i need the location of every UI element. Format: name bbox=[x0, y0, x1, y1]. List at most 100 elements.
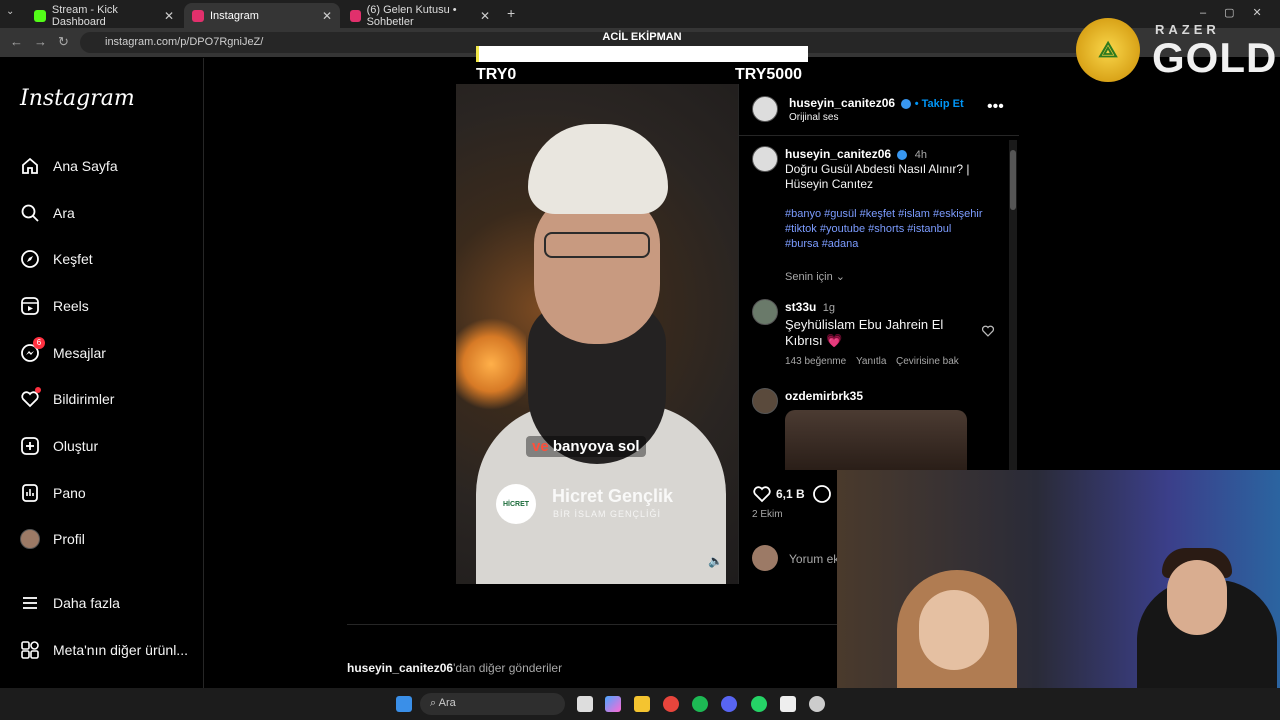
comment-username[interactable]: ozdemirbrk35 bbox=[785, 389, 863, 403]
video-figure-turban bbox=[528, 124, 668, 214]
sidebar-item-messages[interactable]: 6 Mesajlar bbox=[20, 337, 106, 363]
sidebar-item-label: Meta'nın diğer ürünl... bbox=[53, 642, 188, 658]
comment-input[interactable]: Yorum ek bbox=[789, 552, 839, 566]
comment-header: st33u 1g bbox=[785, 300, 835, 314]
file-explorer-icon[interactable] bbox=[634, 696, 650, 712]
tab-inbox[interactable]: (6) Gelen Kutusu • Sohbetler ✕ bbox=[342, 3, 498, 28]
more-options-icon[interactable]: ••• bbox=[987, 98, 1004, 116]
hashtags-line-1[interactable]: #banyo #gusül #keşfet #islam #eskişehir bbox=[785, 207, 983, 222]
forward-icon[interactable]: → bbox=[34, 34, 47, 49]
more-posts-heading: huseyin_canitez06'dan diğer gönderiler bbox=[347, 661, 562, 675]
comment-username[interactable]: st33u bbox=[785, 300, 816, 314]
sidebar-item-dashboard[interactable]: Pano bbox=[20, 483, 86, 503]
sidebar-item-notifications[interactable]: Bildirimler bbox=[20, 387, 115, 409]
kick-icon bbox=[34, 9, 46, 22]
instagram-logo[interactable]: Instagram bbox=[20, 86, 135, 111]
windows-start-icon[interactable] bbox=[396, 696, 412, 712]
comment-text-2: Kıbrısı 💗 bbox=[785, 333, 843, 348]
comment-like-icon[interactable] bbox=[981, 324, 995, 343]
whatsapp-icon[interactable] bbox=[751, 696, 767, 712]
sidebar-item-label: Ana Sayfa bbox=[53, 158, 118, 174]
tab-kick[interactable]: Stream - Kick Dashboard ✕ bbox=[26, 3, 182, 28]
sidebar-item-profile[interactable]: Profil bbox=[20, 529, 85, 549]
goal-progress-fill bbox=[476, 46, 480, 62]
more-posts-user[interactable]: huseyin_canitez06 bbox=[347, 661, 453, 675]
close-tab-icon[interactable]: ✕ bbox=[164, 9, 174, 23]
comment-image[interactable] bbox=[785, 410, 967, 470]
audio-label[interactable]: Orijinal ses bbox=[789, 112, 838, 123]
author-avatar[interactable] bbox=[752, 96, 778, 122]
task-view-icon[interactable] bbox=[577, 696, 593, 712]
taskbar-search[interactable]: ⌕ Ara bbox=[420, 693, 565, 715]
sidebar-item-reels[interactable]: Reels bbox=[20, 296, 89, 316]
sidebar-item-meta[interactable]: Meta'nın diğer ürünl... bbox=[20, 640, 188, 660]
razer-logo-icon: ⟁ bbox=[1076, 18, 1140, 82]
discord-icon[interactable] bbox=[721, 696, 737, 712]
author-username[interactable]: huseyin_canitez06 bbox=[789, 96, 895, 110]
tab-instagram[interactable]: Instagram ✕ bbox=[184, 3, 340, 28]
post-time: 4h bbox=[914, 149, 927, 161]
chatgpt-icon[interactable] bbox=[809, 696, 825, 712]
new-tab-icon[interactable]: + bbox=[507, 5, 515, 21]
sidebar-item-home[interactable]: Ana Sayfa bbox=[20, 156, 118, 176]
more-posts-suffix: 'dan diğer gönderiler bbox=[453, 661, 563, 675]
window-controls[interactable]: –▢✕ bbox=[1200, 6, 1280, 19]
home-icon bbox=[20, 156, 40, 176]
video-figure-glasses bbox=[544, 232, 650, 258]
like-icon[interactable] bbox=[752, 484, 772, 509]
comment-avatar[interactable] bbox=[752, 388, 778, 414]
scrollbar-thumb[interactable] bbox=[1010, 150, 1016, 210]
sound-icon[interactable]: 🔈 bbox=[708, 554, 723, 568]
tab-label: (6) Gelen Kutusu • Sohbetler bbox=[366, 3, 457, 28]
caption-username[interactable]: huseyin_canitez06 bbox=[785, 147, 891, 161]
spotify-icon[interactable] bbox=[692, 696, 708, 712]
caption-avatar[interactable] bbox=[752, 146, 778, 172]
subtitle-text: banyoya sol bbox=[548, 438, 640, 455]
video-figure-face bbox=[534, 194, 660, 344]
sidebar-item-label: Ara bbox=[53, 205, 75, 221]
caption-line-2: Hüseyin Canıtez bbox=[785, 177, 874, 191]
reel-video[interactable]: ve banyoya sol HİCRET Hicret Gençlik BİR… bbox=[456, 84, 738, 584]
compass-icon bbox=[20, 249, 40, 269]
comment-like-count[interactable]: 143 beğenme bbox=[785, 356, 846, 367]
menu-icon bbox=[20, 593, 40, 613]
instagram-icon bbox=[192, 9, 204, 22]
sidebar: Instagram Ana Sayfa Ara Keşfet Reels 6 M… bbox=[0, 58, 204, 688]
webcam-person-right-face bbox=[1167, 560, 1227, 635]
for-you-toggle[interactable]: Senin için ⌄ bbox=[785, 270, 845, 283]
follow-button[interactable]: • Takip Et bbox=[915, 98, 964, 110]
profile-avatar-icon bbox=[20, 529, 40, 549]
plus-icon bbox=[20, 436, 40, 456]
comment-time: 1g bbox=[822, 302, 835, 314]
comment-icon[interactable] bbox=[812, 484, 832, 509]
sidebar-item-more[interactable]: Daha fazla bbox=[20, 593, 120, 613]
chrome-icon[interactable] bbox=[663, 696, 679, 712]
reload-icon[interactable]: ↻ bbox=[58, 34, 69, 50]
comments-scrollbar[interactable] bbox=[1009, 140, 1017, 470]
copilot-icon[interactable] bbox=[605, 696, 621, 712]
like-count[interactable]: 6,1 B bbox=[776, 487, 805, 501]
goal-title: ACİL EKİPMAN bbox=[602, 31, 682, 43]
sidebar-item-create[interactable]: Oluştur bbox=[20, 436, 98, 456]
close-tab-icon[interactable]: ✕ bbox=[322, 9, 332, 23]
app-icon[interactable] bbox=[780, 696, 796, 712]
back-icon[interactable]: ← bbox=[10, 34, 23, 49]
messenger-icon: 6 bbox=[20, 337, 45, 363]
chevron-down-icon: ⌄ bbox=[835, 271, 845, 283]
goal-min-label: TRY0 bbox=[476, 66, 517, 83]
comment-translate-button[interactable]: Çevirisine bak bbox=[896, 356, 959, 367]
tab-list-button[interactable]: ⌄ bbox=[6, 6, 14, 17]
sidebar-item-search[interactable]: Ara bbox=[20, 203, 75, 223]
comment-reply-button[interactable]: Yanıtla bbox=[856, 356, 886, 367]
hashtags-line-2[interactable]: #tiktok #youtube #shorts #istanbul bbox=[785, 222, 951, 237]
sidebar-item-label: Bildirimler bbox=[53, 391, 115, 407]
comment-avatar[interactable] bbox=[752, 299, 778, 325]
sidebar-item-explore[interactable]: Keşfet bbox=[20, 249, 93, 269]
hashtags-line-3[interactable]: #bursa #adana bbox=[785, 237, 858, 252]
webcam-overlay bbox=[837, 470, 1280, 688]
sidebar-item-label: Daha fazla bbox=[53, 595, 120, 611]
notification-dot bbox=[35, 387, 41, 393]
dashboard-icon bbox=[20, 483, 40, 503]
sidebar-item-label: Pano bbox=[53, 485, 86, 501]
close-tab-icon[interactable]: ✕ bbox=[480, 9, 490, 23]
